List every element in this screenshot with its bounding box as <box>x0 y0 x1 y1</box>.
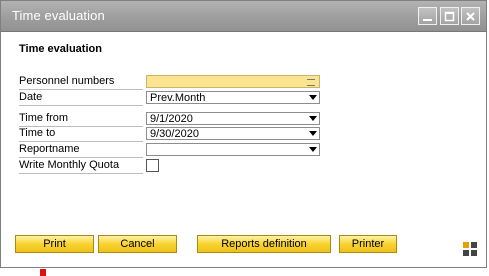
chevron-down-icon <box>309 116 317 121</box>
date-select[interactable]: Prev.Month <box>146 91 320 104</box>
time-to-value: 9/30/2020 <box>150 128 199 140</box>
print-button[interactable]: Print <box>15 235 94 253</box>
reportname-underline <box>19 157 143 158</box>
time-from-value: 9/1/2020 <box>150 113 193 125</box>
form-body: Time evaluation Personnel numbers Date P… <box>1 32 486 267</box>
time-to-label: Time to <box>19 127 56 139</box>
chevron-down-icon <box>309 147 317 152</box>
time-to-underline <box>19 141 143 142</box>
form-heading: Time evaluation <box>19 43 102 55</box>
close-button[interactable] <box>461 7 480 25</box>
reports-definition-button-label: Reports definition <box>221 238 307 250</box>
reports-definition-button[interactable]: Reports definition <box>197 235 331 253</box>
reportname-select[interactable] <box>146 143 320 156</box>
date-underline <box>19 105 143 106</box>
date-value: Prev.Month <box>150 92 206 104</box>
personnel-numbers-label: Personnel numbers <box>19 75 115 87</box>
time-to-select[interactable]: 9/30/2020 <box>146 127 320 140</box>
window-title: Time evaluation <box>12 8 105 23</box>
chevron-down-icon <box>309 95 317 100</box>
cancel-button-label: Cancel <box>120 238 155 250</box>
background-window-strip <box>0 268 489 276</box>
printer-button-label: Printer <box>351 238 385 250</box>
time-evaluation-window: Time evaluation Time evaluation Personne… <box>0 0 487 268</box>
cancel-button[interactable]: Cancel <box>98 235 177 253</box>
warning-icon <box>40 269 46 276</box>
date-label: Date <box>19 91 43 103</box>
minimize-button[interactable] <box>418 7 437 25</box>
write-monthly-quota-underline <box>19 173 143 174</box>
maximize-icon <box>444 11 455 21</box>
time-from-label: Time from <box>19 112 69 124</box>
write-monthly-quota-checkbox[interactable] <box>146 159 159 172</box>
chevron-down-icon <box>309 131 317 136</box>
app-logo-icon <box>463 242 477 256</box>
time-from-select[interactable]: 9/1/2020 <box>146 112 320 125</box>
personnel-numbers-input[interactable] <box>146 75 320 88</box>
title-bar[interactable]: Time evaluation <box>1 1 486 32</box>
write-monthly-quota-label: Write Monthly Quota <box>19 159 120 171</box>
minimize-icon <box>423 18 432 21</box>
reportname-label: Reportname <box>19 143 80 155</box>
printer-button[interactable]: Printer <box>339 235 397 253</box>
personnel-numbers-underline <box>19 89 143 90</box>
maximize-button[interactable] <box>440 7 459 25</box>
print-button-label: Print <box>43 238 66 250</box>
choose-from-list-icon[interactable] <box>307 79 315 86</box>
close-icon <box>466 11 475 21</box>
